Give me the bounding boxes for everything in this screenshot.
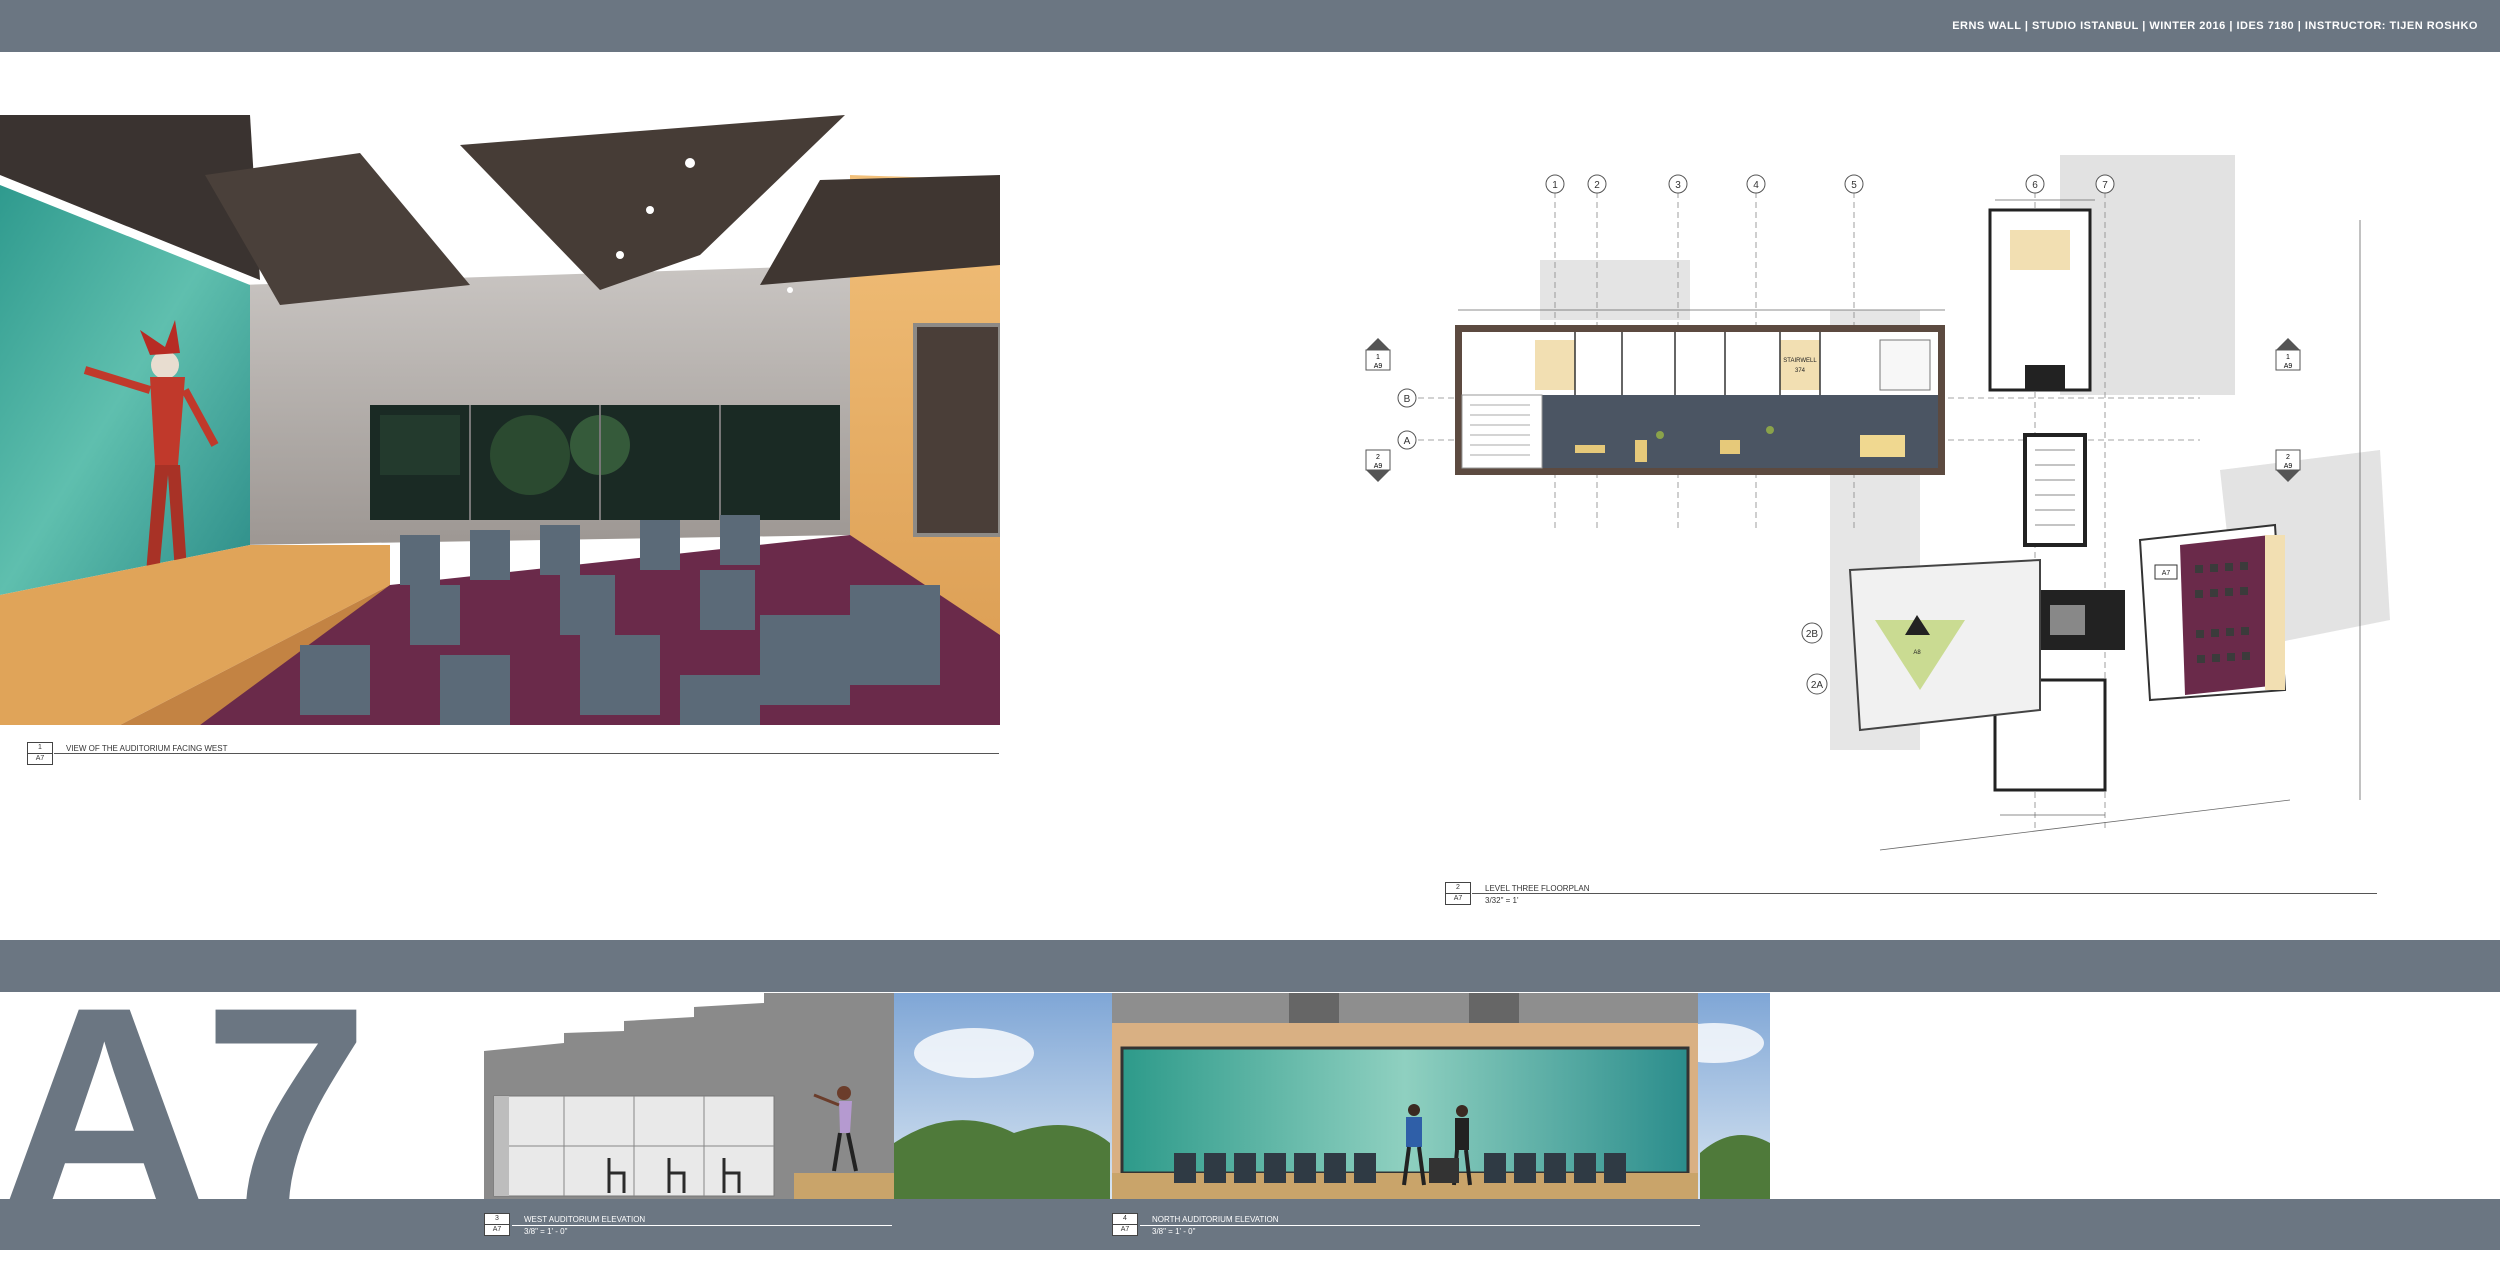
view-sheet: A7 [1453, 895, 1463, 902]
view-number: 4 [1113, 1214, 1137, 1225]
grid-label-4: 4 [1753, 180, 1759, 191]
view-scale: 3/8" = 1' - 0" [1152, 1227, 1196, 1236]
svg-text:1: 1 [2286, 354, 2290, 361]
view-number: 1 [28, 743, 52, 754]
title-block: ERNS WALL | STUDIO ISTANBUL | WINTER 201… [1952, 20, 2478, 32]
view-scale: 3/32" = 1' [1485, 896, 1519, 905]
grid-label-3: 3 [1675, 180, 1681, 191]
svg-text:A9: A9 [2284, 363, 2293, 370]
section-marker-left-1: 1 A9 [1365, 338, 1391, 371]
divider-band [0, 940, 2500, 992]
view-title: LEVEL THREE FLOORPLAN [1485, 884, 1590, 893]
landscape-view [894, 993, 1770, 1199]
callout-tag: A8 [1913, 650, 1921, 656]
view-number: 2 [1446, 883, 1470, 894]
level-three-floorplan: 1 2 3 4 5 6 7 B A 2B 2A STAIRWELL 374 A7… [1365, 155, 2390, 851]
view-number: 3 [485, 1214, 509, 1225]
section-marker-right-1: 1 A9 [2275, 338, 2301, 371]
auditorium-rendering [0, 115, 1000, 725]
view-sheet: A7 [1120, 1226, 1130, 1233]
grid-label-5: 5 [1851, 180, 1857, 191]
view-scale: 3/8" = 1' - 0" [524, 1227, 568, 1236]
grid-label-1: 1 [1552, 180, 1558, 191]
row-label-2a: 2A [1811, 680, 1824, 691]
view-sheet: A7 [492, 1226, 502, 1233]
auditorium-tag: A7 [2162, 570, 2171, 577]
view-sheet: A7 [35, 755, 45, 762]
grid-label-2: 2 [1594, 180, 1600, 191]
svg-text:A9: A9 [1374, 463, 1383, 470]
view-title: VIEW OF THE AUDITORIUM FACING WEST [66, 744, 228, 753]
svg-text:A9: A9 [1374, 363, 1383, 370]
row-label-b: B [1404, 394, 1411, 405]
section-marker-left-2: 2 A9 [1365, 449, 1391, 482]
svg-text:2: 2 [1376, 454, 1380, 461]
room-label: STAIRWELL [1783, 358, 1817, 364]
grid-label-6: 6 [2032, 180, 2038, 191]
west-auditorium-elevation [484, 993, 894, 1199]
grid-label-7: 7 [2102, 180, 2108, 191]
row-label-a: A [1404, 436, 1411, 447]
view-title: WEST AUDITORIUM ELEVATION [524, 1215, 646, 1224]
room-number: 374 [1795, 368, 1806, 374]
view-title: NORTH AUDITORIUM ELEVATION [1152, 1215, 1279, 1224]
svg-text:2: 2 [2286, 454, 2290, 461]
svg-text:A9: A9 [2284, 463, 2293, 470]
svg-text:1: 1 [1376, 354, 1380, 361]
row-label-2b: 2B [1806, 629, 1819, 640]
